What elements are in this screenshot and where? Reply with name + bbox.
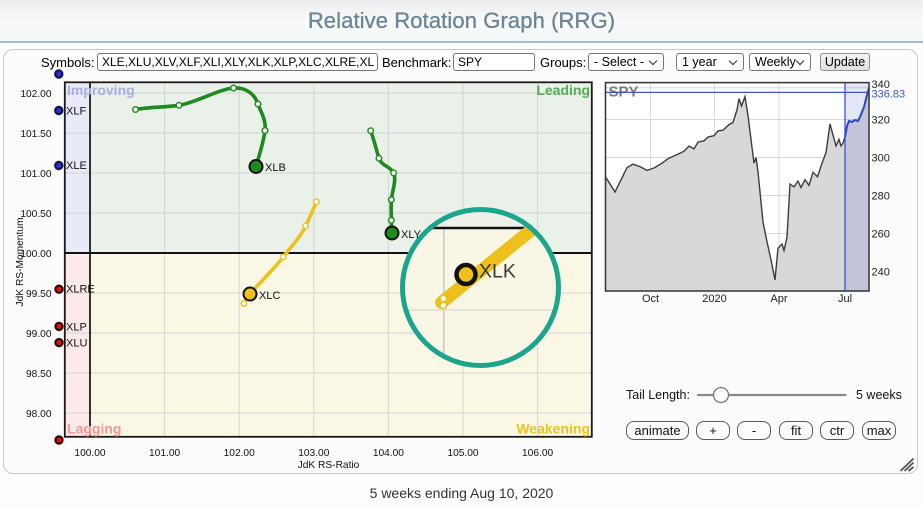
svg-text:2020: 2020 bbox=[702, 293, 726, 305]
svg-text:Oct: Oct bbox=[642, 293, 659, 305]
svg-text:Apr: Apr bbox=[770, 293, 787, 305]
svg-text:XLB: XLB bbox=[265, 162, 286, 174]
svg-text:102.00: 102.00 bbox=[20, 89, 51, 100]
svg-text:98.00: 98.00 bbox=[26, 409, 52, 420]
svg-text:JdK RS-Ratio: JdK RS-Ratio bbox=[298, 460, 360, 471]
svg-text:XLU: XLU bbox=[66, 338, 87, 350]
svg-text:280: 280 bbox=[872, 191, 890, 203]
svg-text:JdK RS-Momentum: JdK RS-Momentum bbox=[15, 218, 26, 307]
svg-text:XLY: XLY bbox=[401, 229, 422, 241]
svg-text:104.00: 104.00 bbox=[373, 448, 404, 459]
svg-text:100.00: 100.00 bbox=[74, 448, 105, 459]
svg-text:99.50: 99.50 bbox=[26, 289, 52, 300]
svg-text:XLK: XLK bbox=[479, 261, 516, 283]
svg-text:101.50: 101.50 bbox=[20, 129, 51, 140]
svg-text:103.00: 103.00 bbox=[298, 448, 329, 459]
svg-text:Jul: Jul bbox=[838, 293, 852, 305]
svg-text:102.00: 102.00 bbox=[224, 448, 255, 459]
svg-text:106.00: 106.00 bbox=[522, 448, 553, 459]
svg-text:Leading: Leading bbox=[536, 82, 590, 98]
svg-text:105.00: 105.00 bbox=[447, 448, 478, 459]
svg-text:336.83: 336.83 bbox=[872, 89, 906, 101]
svg-text:XLF: XLF bbox=[66, 106, 86, 118]
svg-text:Lagging: Lagging bbox=[67, 421, 121, 437]
svg-text:240: 240 bbox=[872, 267, 890, 279]
svg-text:320: 320 bbox=[872, 115, 890, 127]
svg-text:XLC: XLC bbox=[259, 290, 280, 302]
svg-text:XLE: XLE bbox=[66, 160, 87, 172]
svg-text:99.00: 99.00 bbox=[26, 329, 52, 340]
svg-text:XLP: XLP bbox=[66, 322, 87, 334]
svg-text:260: 260 bbox=[872, 229, 890, 241]
svg-text:300: 300 bbox=[872, 153, 890, 165]
svg-text:Improving: Improving bbox=[67, 82, 135, 98]
svg-text:101.00: 101.00 bbox=[20, 169, 51, 180]
svg-text:98.50: 98.50 bbox=[26, 369, 52, 380]
svg-text:101.00: 101.00 bbox=[149, 448, 180, 459]
svg-text:XLRE: XLRE bbox=[66, 284, 95, 296]
svg-text:Weakening: Weakening bbox=[516, 421, 590, 437]
